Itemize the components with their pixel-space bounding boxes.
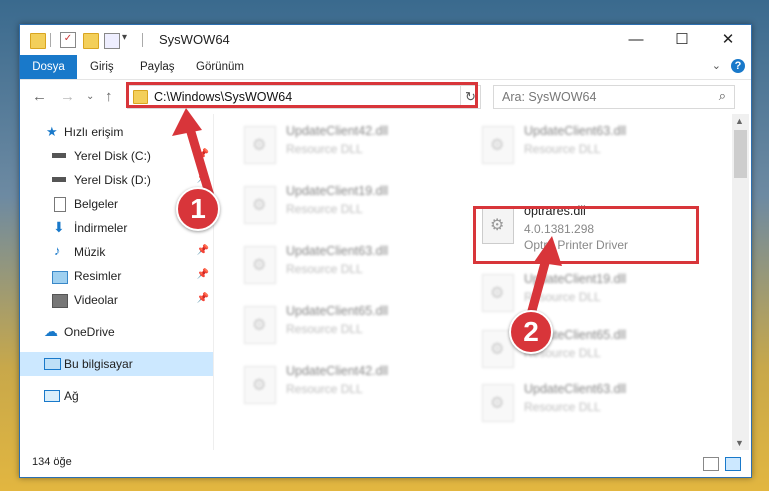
step-badge-1: 1 bbox=[176, 187, 220, 231]
arrow-1-head bbox=[172, 108, 202, 136]
arrow-1-shaft bbox=[183, 117, 215, 201]
annotation-arrows bbox=[172, 108, 562, 323]
arrow-2-head bbox=[534, 236, 562, 266]
step-badge-2: 2 bbox=[509, 310, 553, 354]
